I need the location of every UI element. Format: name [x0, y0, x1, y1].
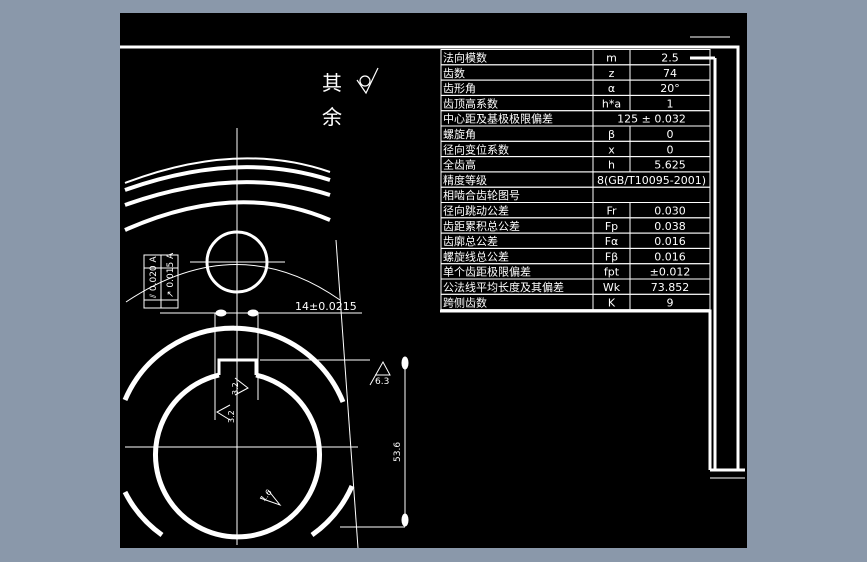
- param-value: 20°: [660, 82, 680, 95]
- tolerance-frame-1: ⫽ 0.020 A: [149, 255, 159, 299]
- table-row: 中心距及基极极限偏差 125 ± 0.032: [440, 110, 711, 127]
- param-value: 0.016: [654, 250, 686, 263]
- param-symbol: Fα: [605, 235, 619, 248]
- param-symbol: x: [608, 143, 615, 156]
- param-symbol: m: [606, 52, 617, 65]
- roughness-bore: 1.6: [259, 488, 274, 504]
- table-row: 径向跳动公差 Fr 0.030: [440, 202, 711, 219]
- keyway-width-dimension: 14±0.0215: [295, 300, 357, 313]
- param-name: 齿廓总公差: [443, 234, 498, 248]
- param-symbol: h*a: [602, 97, 621, 110]
- roughness-symbols: [215, 360, 391, 507]
- param-symbol: α: [608, 82, 615, 95]
- table-row: 齿顶高系数 h*a 1: [440, 94, 711, 112]
- table-row: 法向模数 m 2.5: [440, 49, 711, 66]
- param-value: 2.5: [661, 52, 679, 65]
- param-value: ±0.012: [650, 266, 691, 279]
- table-row: 全齿高 h 5.625: [440, 156, 711, 173]
- bore-diameter-dimension: 53.6: [393, 442, 403, 462]
- param-symbol: z: [609, 67, 615, 80]
- roughness-key-1: 3.2: [231, 382, 240, 395]
- table-row: 螺旋线总公差 Fβ 0.016: [440, 247, 711, 265]
- roughness-top-value: 6.3: [375, 377, 389, 387]
- table-row: 精度等级 8(GB/T10095-2001): [440, 171, 711, 188]
- param-value: 0.030: [654, 205, 686, 218]
- param-value: 0: [667, 128, 674, 141]
- param-value: 125 ± 0.032: [617, 113, 686, 126]
- param-name: 法向模数: [443, 51, 487, 65]
- param-name: 螺旋角: [443, 127, 476, 141]
- param-symbol: Fr: [606, 205, 617, 218]
- param-name: 相啮合齿轮图号: [443, 188, 520, 202]
- table-row: 齿数 z 74: [440, 64, 711, 81]
- param-name: 跨侧齿数: [443, 296, 487, 309]
- table-row: 齿形角 α 20°: [440, 79, 711, 96]
- param-symbol: Wk: [603, 281, 621, 294]
- table-row: 齿距累积总公差 Fp 0.038: [440, 217, 711, 234]
- param-value: 0.038: [654, 220, 686, 233]
- param-value: 9: [667, 296, 674, 309]
- roughness-note-label-2: 余: [322, 105, 342, 129]
- roughness-key-2: 3.2: [227, 410, 236, 423]
- table-row: 公法线平均长度及其偏差 Wk 73.852: [440, 278, 711, 295]
- param-symbol: h: [608, 159, 615, 172]
- param-name: 齿顶高系数: [443, 96, 498, 110]
- param-name: 径向变位系数: [443, 142, 509, 156]
- param-value: 5.625: [654, 159, 686, 172]
- param-value: 0.016: [654, 235, 686, 248]
- param-name: 齿形角: [443, 82, 476, 95]
- param-value: 0: [667, 143, 674, 156]
- gear-rim-top: [124, 157, 331, 232]
- table-row: 齿廓总公差 Fα 0.016: [440, 232, 711, 249]
- param-name: 单个齿距极限偏差: [443, 265, 531, 279]
- param-name: 螺旋线总公差: [443, 249, 509, 263]
- table-row: 螺旋角 β 0: [440, 125, 711, 142]
- param-name: 精度等级: [443, 173, 487, 187]
- table-row: 径向变位系数 x 0: [440, 140, 711, 158]
- cad-drawing-canvas[interactable]: 法向模数 m 2.5 齿数 z 74 齿形角 α 20° 齿顶高系数 h*a 1 中心距及基极极限偏差 1…: [120, 13, 747, 548]
- param-symbol: fpt: [604, 266, 620, 279]
- surface-finish-icon: [356, 67, 379, 95]
- param-value: 8(GB/T10095-2001): [597, 174, 706, 187]
- tolerance-frame-2: ↗ 0.015 A: [166, 252, 176, 298]
- param-symbol: Fβ: [605, 250, 618, 263]
- param-name: 公法线平均长度及其偏差: [443, 280, 564, 294]
- param-name: 齿距累积总公差: [443, 219, 520, 233]
- gear-parameter-table: 法向模数 m 2.5 齿数 z 74 齿形角 α 20° 齿顶高系数 h*a 1 中心距及基极极限偏差 1…: [440, 49, 711, 311]
- gear-section-ring: [122, 325, 355, 540]
- param-value: 1: [667, 97, 674, 110]
- param-name: 径向跳动公差: [443, 204, 509, 218]
- param-name: 齿数: [443, 67, 465, 80]
- param-value: 74: [663, 67, 677, 80]
- param-symbol: Fp: [605, 220, 618, 233]
- roughness-note-label-1: 其: [322, 71, 342, 95]
- param-name: 中心距及基极极限偏差: [443, 112, 553, 126]
- param-symbol: K: [608, 296, 616, 309]
- param-symbol: β: [608, 128, 615, 141]
- table-row: 相啮合齿轮图号: [440, 186, 711, 203]
- param-value: 73.852: [651, 281, 690, 294]
- gear-drawing: 法向模数 m 2.5 齿数 z 74 齿形角 α 20° 齿顶高系数 h*a 1 中心距及基极极限偏差 1…: [120, 36, 745, 548]
- keyway-dimension: [160, 309, 362, 420]
- table-row: 跨侧齿数 K 9: [440, 293, 711, 311]
- drawing-border: [120, 36, 745, 479]
- table-row: 单个齿距极限偏差 fpt ±0.012: [440, 263, 711, 280]
- param-name: 全齿高: [443, 158, 476, 172]
